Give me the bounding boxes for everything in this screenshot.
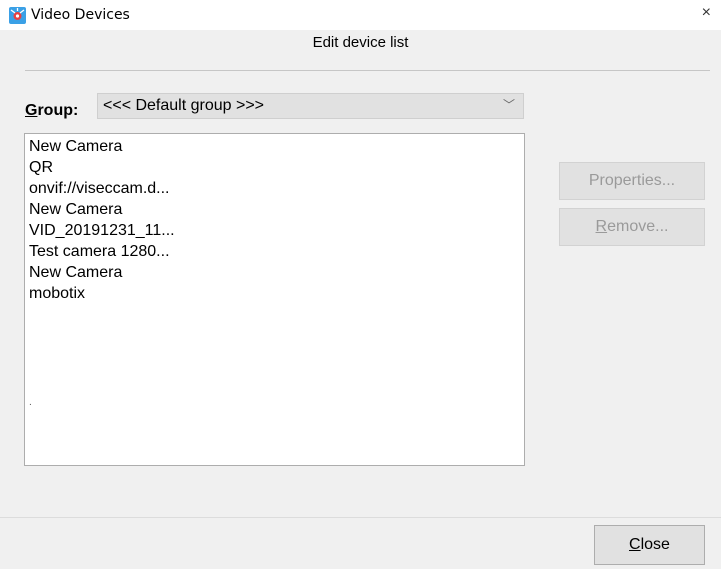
close-button-label: lose: [640, 536, 670, 553]
group-label-text: roup:: [37, 102, 79, 119]
device-list[interactable]: New Camera QR onvif://viseccam.d... New …: [24, 133, 525, 466]
remove-button-accel: R: [595, 218, 608, 235]
page-title: Edit device list: [312, 34, 409, 51]
remove-button-label: emove...: [607, 218, 669, 235]
list-item[interactable]: New Camera: [29, 201, 122, 219]
close-button-accel: C: [629, 536, 641, 553]
list-item[interactable]: onvif://viseccam.d...: [29, 180, 170, 198]
header-divider: [25, 70, 710, 71]
properties-button[interactable]: Properties...: [559, 162, 705, 200]
list-trailing-mark: .: [29, 397, 32, 408]
list-item[interactable]: mobotix: [29, 285, 85, 303]
window-title: Video Devices: [31, 7, 130, 23]
list-item[interactable]: VID_20191231_11...: [29, 222, 175, 240]
list-item[interactable]: QR: [29, 159, 53, 177]
list-item[interactable]: New Camera: [29, 138, 122, 156]
window-close-icon[interactable]: ×: [702, 4, 711, 22]
video-devices-app-icon: [9, 7, 26, 24]
group-label: Group:: [25, 102, 78, 120]
group-label-accel: G: [25, 102, 38, 119]
list-item[interactable]: Test camera 1280...: [29, 243, 170, 261]
group-select-value: <<< Default group >>>: [103, 97, 265, 114]
title-bar: Video Devices ×: [0, 0, 721, 30]
list-item[interactable]: New Camera: [29, 264, 122, 282]
close-button[interactable]: Close: [594, 525, 705, 565]
chevron-down-icon: ﹀: [502, 98, 515, 112]
remove-button[interactable]: Remove...: [559, 208, 705, 246]
group-select[interactable]: <<< Default group >>> ﹀: [97, 93, 524, 119]
